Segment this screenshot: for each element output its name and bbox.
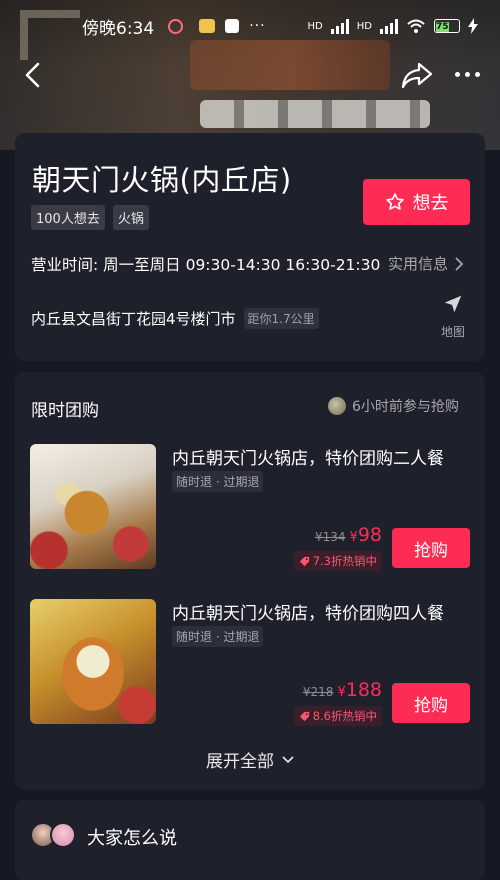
want-button[interactable]: 想去 [363,179,470,225]
refund-policy: 随时退 · 过期退 [172,626,264,647]
deal-item[interactable]: 内丘朝天门火锅店，特价团购二人餐 随时退 · 过期退 ¥134 ¥98 7.3折热… [30,444,470,571]
deal-name: 内丘朝天门火锅店，特价团购二人餐 [172,449,444,469]
recent-purchase: 6小时前参与抢购 [328,396,459,416]
buy-button[interactable]: 抢购 [392,528,470,568]
address-row[interactable]: 内丘县文昌街丁花园4号楼门市 距你1.7公里 [31,308,319,329]
nav-bar [0,56,500,96]
share-icon[interactable] [400,60,434,90]
business-hours: 营业时间: 周一至周日 09:30-14:30 16:30-21:30 [31,256,381,274]
chevron-left-icon[interactable] [20,60,46,90]
reviews-title: 大家怎么说 [87,828,177,849]
group-deals-card: 限时团购 6小时前参与抢购 内丘朝天门火锅店，特价团购二人餐 随时退 · 过期退… [15,372,485,790]
original-price: ¥134 [314,530,346,544]
notification-capcut-icon [225,19,240,33]
discount-text: 7.3折热销中 [312,554,377,568]
deal-prices: ¥218 ¥188 [303,679,382,701]
shop-title: 朝天门火锅(内丘店) [32,163,292,197]
deals-section-title: 限时团购 [31,401,99,421]
deal-thumbnail [30,599,156,724]
status-bar: 傍晚6:34 ··· HD HD 75 [0,0,500,52]
deal-prices: ¥134 ¥98 [315,524,382,546]
practical-info-link[interactable]: 实用信息 [388,253,464,274]
recent-purchase-text: 6小时前参与抢购 [352,399,459,415]
notification-more-icon: ··· [249,18,266,34]
chevron-right-icon [455,256,464,271]
battery-icon: 75 [434,19,460,33]
charging-icon [468,18,478,34]
wifi-icon [407,19,425,33]
notification-icons: ··· [168,18,265,34]
distance-badge: 距你1.7公里 [243,308,319,329]
avatar [328,397,346,415]
avatar [50,822,76,848]
want-label: 想去 [412,193,449,214]
tag-want-count[interactable]: 100人想去 [31,205,105,230]
signal-icon [330,18,349,34]
discount-badge: 8.6折热销中 [293,706,382,726]
notification-app-icon [168,18,184,34]
map-label: 地图 [440,325,465,339]
chevron-down-icon [282,755,294,763]
original-price: ¥218 [302,685,334,699]
status-right: HD HD 75 [308,18,478,34]
signal-icon-2 [380,18,398,34]
network-type-2: HD [356,20,372,32]
expand-all-button[interactable]: 展开全部 [15,747,485,772]
star-icon [385,193,404,210]
price-tag-icon [299,711,309,721]
address-text: 内丘县文昌街丁花园4号楼门市 [31,310,236,328]
buy-button[interactable]: 抢购 [392,683,470,723]
deal-thumbnail [30,444,156,569]
discount-text: 8.6折热销中 [312,709,377,723]
notification-folder-icon [199,19,216,33]
refund-policy: 随时退 · 过期退 [172,471,264,492]
price-tag-icon [299,556,309,566]
more-icon[interactable] [455,66,483,82]
status-time: 傍晚6:34 [82,18,155,39]
reviewer-avatars [30,822,76,848]
map-button[interactable]: 地图 [433,293,473,345]
sale-price: ¥188 [337,679,382,701]
discount-badge: 7.3折热销中 [293,551,382,571]
deal-item[interactable]: 内丘朝天门火锅店，特价团购四人餐 随时退 · 过期退 ¥218 ¥188 8.6折… [30,599,470,726]
reviews-card: 大家怎么说 [15,800,485,880]
deal-name: 内丘朝天门火锅店，特价团购四人餐 [172,604,444,624]
shop-info-card: 朝天门火锅(内丘店) 100人想去 火锅 想去 营业时间: 周一至周日 09:3… [15,133,485,361]
navigation-arrow-icon [444,295,462,313]
practical-info-label: 实用信息 [388,255,449,273]
hero-bowls [200,100,430,128]
expand-all-label: 展开全部 [206,752,274,772]
sale-price: ¥98 [349,524,382,546]
network-type-1: HD [307,20,323,32]
battery-level: 75 [436,22,449,32]
tag-category[interactable]: 火锅 [112,205,149,230]
shop-tags: 100人想去 火锅 [31,205,149,230]
